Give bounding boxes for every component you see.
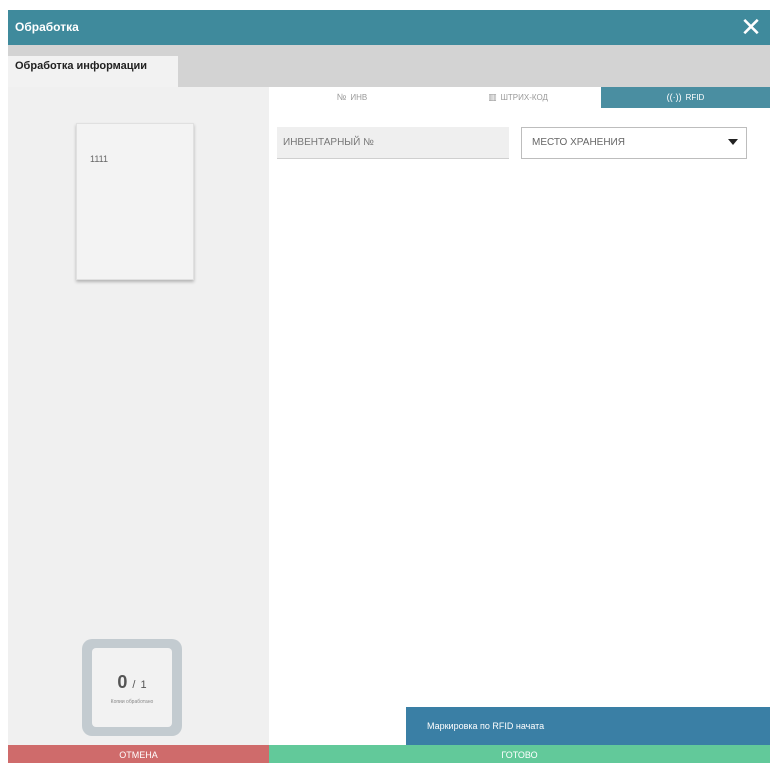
tab-inventory-label: ИНВ — [350, 93, 368, 102]
counter-separator: / — [132, 679, 136, 691]
storage-location-select[interactable]: МЕСТО ХРАНЕНИЯ — [521, 127, 747, 159]
document-card[interactable]: 1111 — [76, 123, 194, 280]
progress-counter: 0 / 1 Копии обработано — [82, 639, 182, 736]
inventory-number-input[interactable]: ИНВЕНТАРНЫЙ № — [277, 127, 509, 159]
toast-text: Маркировка по RFID начата — [427, 721, 545, 731]
section-header: Обработка информации — [8, 45, 770, 87]
tab-rfid-label: RFID — [685, 93, 705, 102]
done-button[interactable]: ГОТОВО — [269, 745, 770, 763]
tab-barcode-label: ШТРИХ-КОД — [500, 93, 548, 102]
counter-total: 1 — [140, 679, 147, 691]
section-tab-label: Обработка информации — [8, 56, 178, 87]
counter-value: 0 / 1 — [92, 672, 172, 693]
cancel-button[interactable]: ОТМЕНА — [8, 745, 269, 763]
dialog-titlebar: Обработка ✕ — [8, 10, 770, 45]
marking-pane: № ИНВ ▥ ШТРИХ-КОД ((·)) RFID ИНВЕНТАРНЫЙ № … — [269, 87, 770, 745]
progress-counter-inner: 0 / 1 Копии обработано — [92, 648, 172, 727]
rfid-started-toast: Маркировка по RFID начата — [406, 707, 770, 745]
counter-caption: Копии обработано — [110, 699, 154, 705]
tab-inventory[interactable]: № ИНВ — [269, 87, 435, 108]
rfid-icon: ((·)) — [666, 92, 682, 102]
chevron-down-icon — [728, 139, 738, 145]
documents-pane: 1111 0 / 1 Копии обработано — [8, 87, 269, 745]
processing-dialog: Обработка ✕ Обработка информации 1111 0 … — [8, 10, 770, 763]
close-icon[interactable]: ✕ — [738, 12, 764, 42]
counter-done: 0 — [117, 672, 128, 692]
inventory-number-placeholder: ИНВЕНТАРНЫЙ № — [283, 137, 374, 148]
marking-tabs: № ИНВ ▥ ШТРИХ-КОД ((·)) RFID — [269, 87, 770, 108]
document-number: 1111 — [90, 154, 109, 164]
barcode-icon: ▥ — [488, 92, 497, 102]
storage-location-placeholder: МЕСТО ХРАНЕНИЯ — [532, 137, 625, 148]
tab-barcode[interactable]: ▥ ШТРИХ-КОД — [435, 87, 601, 108]
dialog-title: Обработка — [15, 20, 79, 34]
tab-rfid[interactable]: ((·)) RFID — [601, 87, 770, 108]
number-sign-icon: № — [336, 92, 347, 102]
